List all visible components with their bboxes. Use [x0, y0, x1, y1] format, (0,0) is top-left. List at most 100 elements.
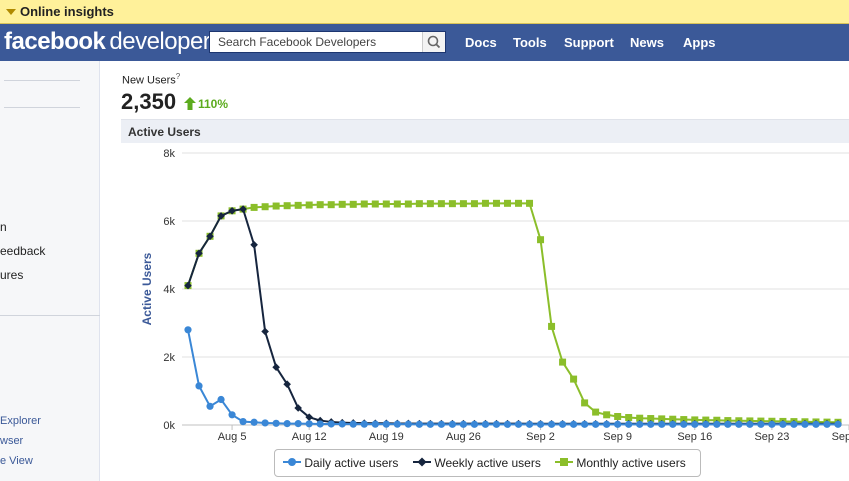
data-point [283, 202, 291, 210]
data-point [525, 420, 534, 428]
data-point [735, 420, 743, 428]
data-point [548, 322, 556, 330]
y-tick-label: 2k [163, 352, 175, 364]
data-point [757, 420, 765, 428]
data-point [261, 327, 269, 336]
data-point [558, 420, 567, 428]
data-point [283, 420, 291, 428]
data-point [426, 420, 434, 428]
data-point [437, 420, 445, 428]
data-point [559, 358, 567, 366]
data-point [184, 326, 192, 334]
data-point [470, 200, 478, 208]
data-point [569, 420, 578, 428]
data-point [503, 420, 512, 428]
data-point [250, 241, 258, 249]
legend-item-monthly[interactable]: Monthly active users [555, 456, 686, 470]
data-point [228, 411, 236, 419]
data-point [746, 420, 754, 428]
data-point [426, 200, 434, 208]
data-point [592, 408, 600, 416]
data-point [625, 414, 633, 422]
data-point [294, 420, 302, 428]
data-point [261, 203, 269, 211]
data-point [294, 201, 302, 209]
legend-item-weekly[interactable]: Weekly active users [413, 456, 541, 470]
x-tick-label: Sep 23 [754, 431, 789, 443]
series-line-diamond [187, 207, 838, 425]
data-point [448, 420, 457, 428]
data-point [250, 203, 258, 211]
data-point [492, 199, 500, 207]
data-point [338, 200, 346, 208]
data-point [537, 236, 545, 244]
data-point [801, 420, 809, 428]
chart-legend: Daily active users Weekly active users M… [274, 449, 701, 477]
y-axis-label: Active Users [140, 252, 154, 325]
data-point [625, 420, 633, 428]
data-point [614, 420, 622, 428]
data-point [272, 419, 280, 427]
data-point [338, 420, 346, 428]
y-tick-label: 0k [163, 420, 175, 432]
data-point [636, 420, 644, 428]
active-users-chart: 0k 2k 4k 6k 8k Active Users Aug 5 Aug 12 Aug 19 A… [140, 148, 849, 443]
data-point [415, 420, 423, 428]
data-point [393, 200, 401, 208]
data-point [834, 420, 842, 428]
data-point [514, 420, 523, 428]
data-point [349, 200, 357, 208]
data-point [779, 420, 787, 428]
y-tick-label: 4k [163, 284, 175, 296]
data-point [702, 420, 710, 428]
legend-label: Monthly active users [576, 456, 686, 470]
data-point [305, 201, 313, 209]
data-point [404, 200, 412, 208]
data-point [823, 420, 831, 428]
data-point [547, 420, 556, 428]
legend-label: Daily active users [304, 456, 399, 470]
data-point [536, 420, 545, 428]
data-point [371, 200, 379, 208]
y-tick-label: 8k [163, 148, 175, 160]
data-point [206, 402, 214, 410]
data-point [603, 420, 611, 428]
data-point [614, 413, 622, 420]
data-point [250, 418, 258, 426]
x-tick-label: Sep 30 [832, 431, 849, 443]
data-point [415, 200, 423, 208]
data-point [459, 420, 468, 428]
data-point [592, 420, 600, 428]
legend-label: Weekly active users [434, 456, 541, 470]
data-point [217, 395, 225, 404]
data-point [481, 420, 490, 428]
data-point [437, 200, 445, 208]
data-point [581, 399, 589, 407]
data-point [305, 420, 313, 428]
data-point [526, 199, 534, 207]
data-point [195, 382, 203, 390]
data-point [404, 420, 412, 428]
data-point [713, 420, 721, 428]
data-point [603, 411, 611, 419]
x-tick-label: Sep 16 [677, 431, 712, 443]
data-point [349, 420, 357, 428]
data-point [393, 420, 401, 428]
data-point [724, 420, 732, 428]
data-point [658, 420, 666, 428]
data-point [691, 420, 699, 428]
data-point [470, 420, 479, 428]
data-point [581, 420, 589, 428]
series-line-circle [187, 329, 838, 426]
data-point [272, 202, 280, 210]
data-point [261, 419, 269, 427]
data-point [360, 420, 368, 428]
data-point [790, 420, 798, 428]
data-point [382, 200, 390, 208]
legend-item-daily[interactable]: Daily active users [283, 456, 398, 470]
x-tick-label: Aug 19 [369, 431, 404, 443]
x-tick-label: Sep 2 [526, 431, 555, 443]
data-point [316, 420, 324, 428]
data-point [316, 201, 324, 209]
x-tick-label: Aug 26 [446, 431, 481, 443]
